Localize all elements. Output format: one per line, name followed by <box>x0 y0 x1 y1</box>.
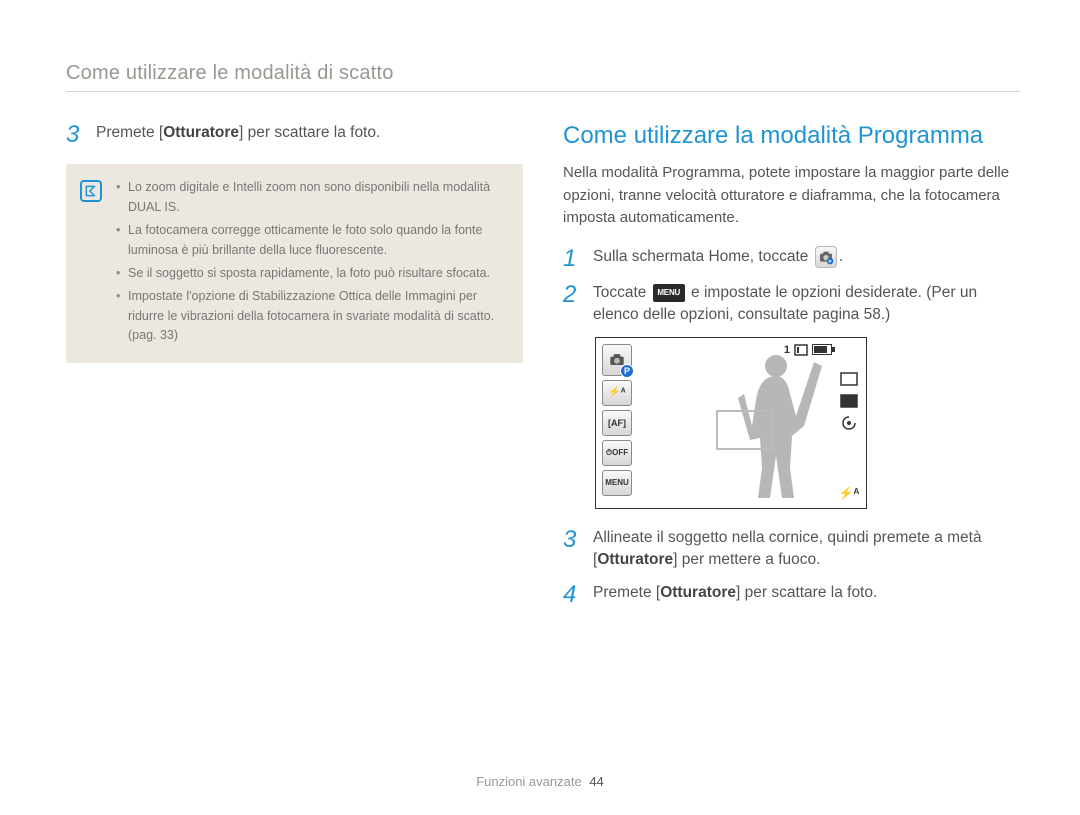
text-fragment: Premete [ <box>593 584 660 601</box>
text-fragment: ] per scattare la foto. <box>239 124 380 141</box>
text-fragment: Sulla schermata Home, toccate <box>593 248 808 265</box>
program-mode-icon: P <box>815 246 837 268</box>
text-fragment: Toccate <box>593 284 651 301</box>
text-fragment: ] per mettere a fuoco. <box>673 551 820 568</box>
right-icon-strip: ⚡ᴬ <box>834 344 860 502</box>
step-1: 1 Sulla schermata Home, toccate P . <box>563 246 1020 272</box>
note-item: Se il soggetto si sposta rapidamente, la… <box>116 264 507 283</box>
note-item: La fotocamera corregge otticamente le fo… <box>116 221 507 260</box>
menu-button-icon: MENU <box>602 470 632 496</box>
step-4: 4 Premete [Otturatore] per scattare la f… <box>563 582 1020 608</box>
note-item: Lo zoom digitale e Intelli zoom non sono… <box>116 178 507 217</box>
step-text: Premete [Otturatore] per scattare la fot… <box>593 582 877 608</box>
left-column: 3 Premete [Otturatore] per scattare la f… <box>66 122 523 618</box>
page-header: Come utilizzare le modalità di scatto <box>66 62 1020 92</box>
menu-icon: MENU <box>653 284 685 302</box>
shutter-label: Otturatore <box>163 124 239 141</box>
size-icon <box>838 370 860 388</box>
af-icon: [AF] <box>602 410 632 436</box>
shutter-label: Otturatore <box>660 584 736 601</box>
step-text: Sulla schermata Home, toccate P . <box>593 246 843 272</box>
note-icon <box>80 180 102 202</box>
camera-screen-illustration: 1 P ⚡ᴬ [AF] ⏱OFF MENU <box>595 337 867 509</box>
flash-auto-icon: ⚡ᴬ <box>602 380 632 406</box>
svg-text:P: P <box>828 259 831 264</box>
note-box: Lo zoom digitale e Intelli zoom non sono… <box>66 164 523 363</box>
section-title: Come utilizzare la modalità Programma <box>563 122 1020 150</box>
ois-icon <box>838 414 860 432</box>
shutter-label: Otturatore <box>597 551 673 568</box>
note-list: Lo zoom digitale e Intelli zoom non sono… <box>116 178 507 349</box>
two-column-layout: 3 Premete [Otturatore] per scattare la f… <box>66 122 1020 618</box>
flash-auto-indicator: ⚡ᴬ <box>838 484 860 502</box>
step-2: 2 Toccate MENU e impostate le opzioni de… <box>563 282 1020 327</box>
manual-page: Come utilizzare le modalità di scatto 3 … <box>0 0 1080 815</box>
left-icon-strip: P ⚡ᴬ [AF] ⏱OFF MENU <box>602 344 636 502</box>
step-number: 3 <box>66 122 84 148</box>
step-3-right: 3 Allineate il soggetto nella cornice, q… <box>563 527 1020 572</box>
step-text: Allineate il soggetto nella cornice, qui… <box>593 527 1020 572</box>
footer-section: Funzioni avanzate <box>476 774 582 789</box>
step-number: 3 <box>563 527 581 572</box>
step-text: Toccate MENU e impostate le opzioni desi… <box>593 282 1020 327</box>
step-number: 1 <box>563 246 581 272</box>
p-badge: P <box>620 364 634 378</box>
step-number: 2 <box>563 282 581 327</box>
step-text: Premete [Otturatore] per scattare la fot… <box>96 122 380 148</box>
mode-p-icon: P <box>602 344 632 376</box>
focus-frame <box>716 410 774 450</box>
note-item: Impostate l'opzione di Stabilizzazione O… <box>116 287 507 345</box>
quality-icon <box>838 392 860 410</box>
step-number: 4 <box>563 582 581 608</box>
intro-paragraph: Nella modalità Programma, potete imposta… <box>563 162 1020 230</box>
right-column: Come utilizzare la modalità Programma Ne… <box>563 122 1020 618</box>
footer-page-number: 44 <box>589 774 603 789</box>
page-footer: Funzioni avanzate 44 <box>0 774 1080 789</box>
text-fragment: ] per scattare la foto. <box>736 584 877 601</box>
timer-off-icon: ⏱OFF <box>602 440 632 466</box>
text-fragment: Premete [ <box>96 124 163 141</box>
text-fragment: . <box>839 248 843 265</box>
step-3-left: 3 Premete [Otturatore] per scattare la f… <box>66 122 523 148</box>
